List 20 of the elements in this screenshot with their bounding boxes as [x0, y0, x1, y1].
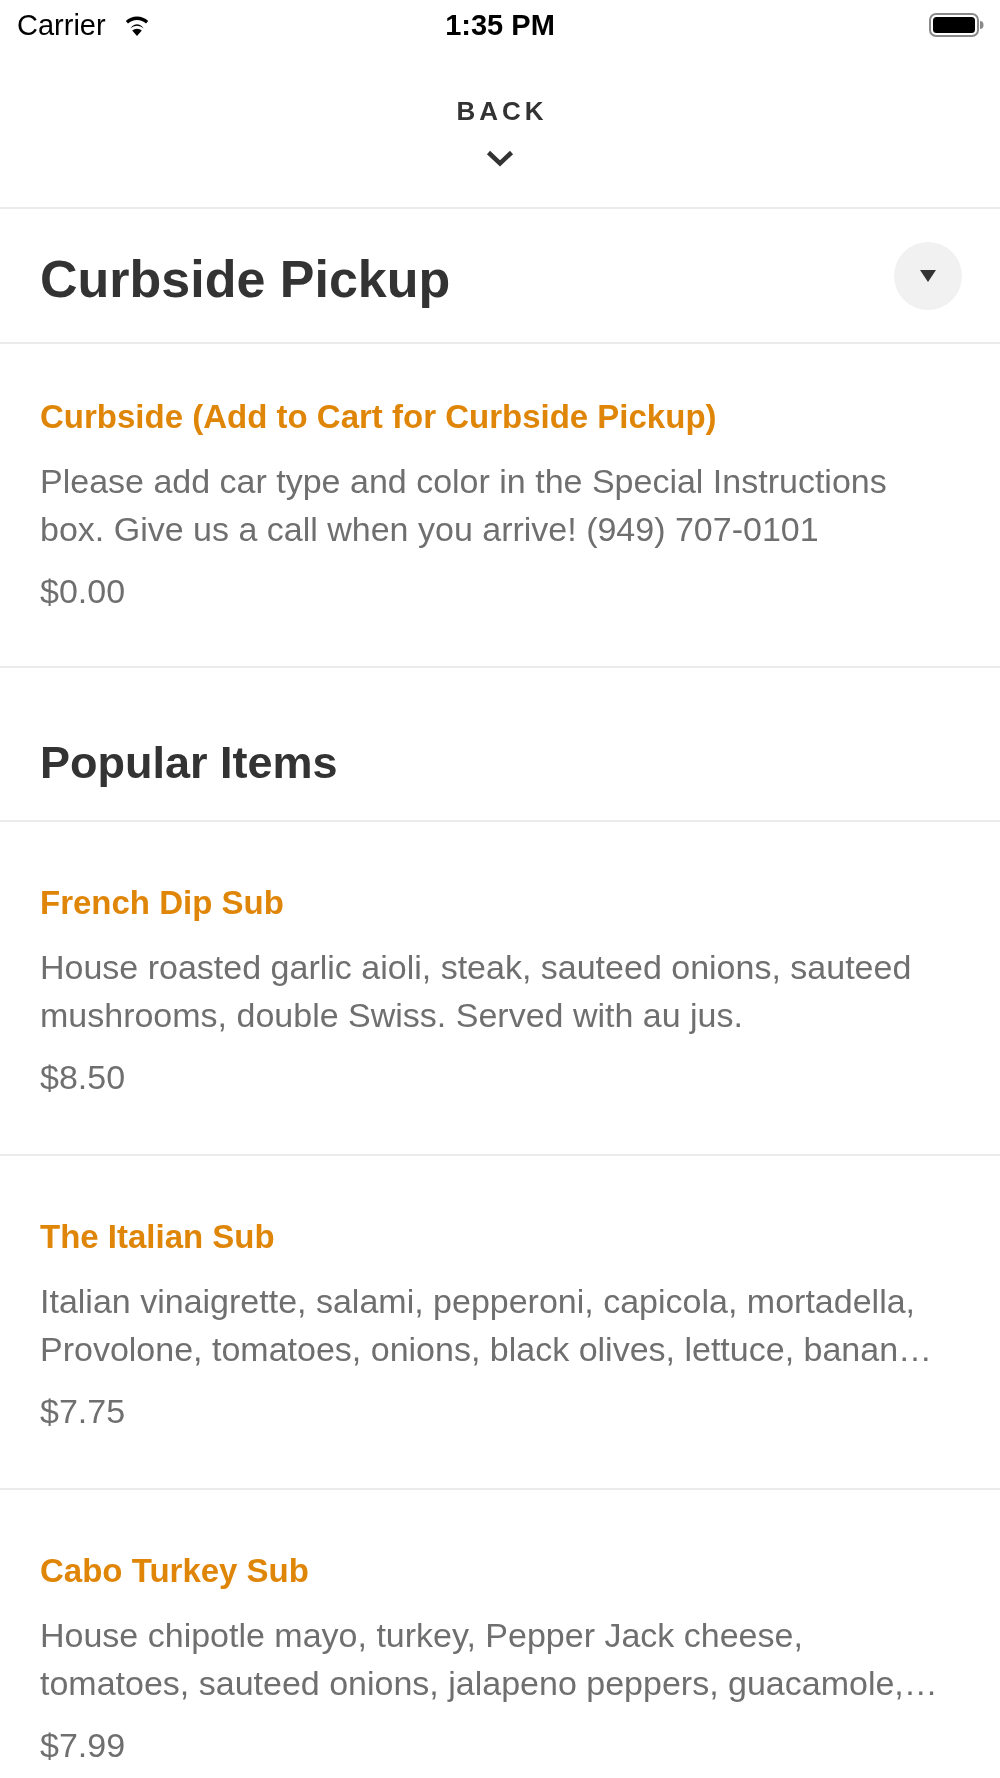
- item-price: $0.00: [40, 571, 126, 611]
- item-description: House chipotle mayo, turkey, Pepper Jack cheese, tomatoes, sauteed onions, jalapeno peppers, guacamole,…: [40, 1615, 939, 1704]
- item-name[interactable]: Curbside (Add to Cart for Curbside Pickup): [40, 397, 717, 437]
- time-label: 1:35 PM: [445, 9, 555, 41]
- caret-down-icon: [920, 269, 936, 282]
- item-description: Italian vinaigrette, salami, pepperoni, capicola, mortadella, Provolone, tomatoes, onions, black olives, lettuce, banan…: [40, 1281, 934, 1370]
- section-title: Curbside Pickup: [40, 248, 451, 309]
- chevron-down-icon: [486, 150, 514, 167]
- back-button[interactable]: BACK: [456, 96, 544, 167]
- item-description: Please add car type and color in the Special Instructions box. Give us a call when you arrive! (949) 707-0101: [40, 461, 888, 550]
- battery-icon: [929, 13, 984, 37]
- item-name[interactable]: Cabo Turkey Sub: [40, 1551, 309, 1591]
- item-price: $7.99: [40, 1725, 126, 1765]
- item-name[interactable]: The Italian Sub: [40, 1217, 275, 1257]
- item-price: $7.75: [40, 1391, 126, 1431]
- item-price: $8.50: [40, 1057, 126, 1097]
- item-description: House roasted garlic aioli, steak, sauteed onions, sauteed mushrooms, double Swiss. Served with au jus.: [40, 947, 913, 1036]
- carrier-label: Carrier: [17, 9, 106, 41]
- section-title: Popular Items: [40, 738, 338, 788]
- item-name[interactable]: French Dip Sub: [40, 883, 284, 923]
